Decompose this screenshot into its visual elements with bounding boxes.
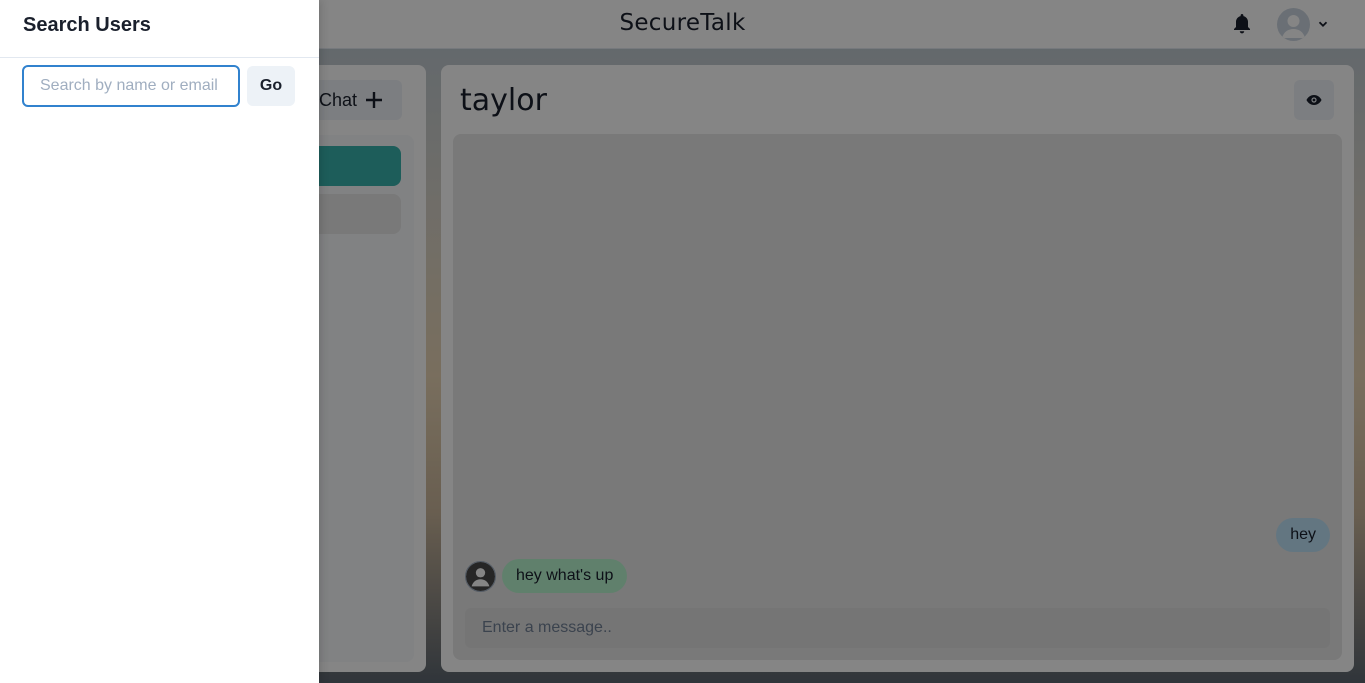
drawer-header: Search Users	[0, 0, 319, 58]
search-input[interactable]	[22, 65, 240, 107]
drawer-title: Search Users	[23, 14, 151, 36]
search-users-drawer: Search Users Go	[0, 0, 319, 683]
go-button[interactable]: Go	[247, 66, 295, 106]
